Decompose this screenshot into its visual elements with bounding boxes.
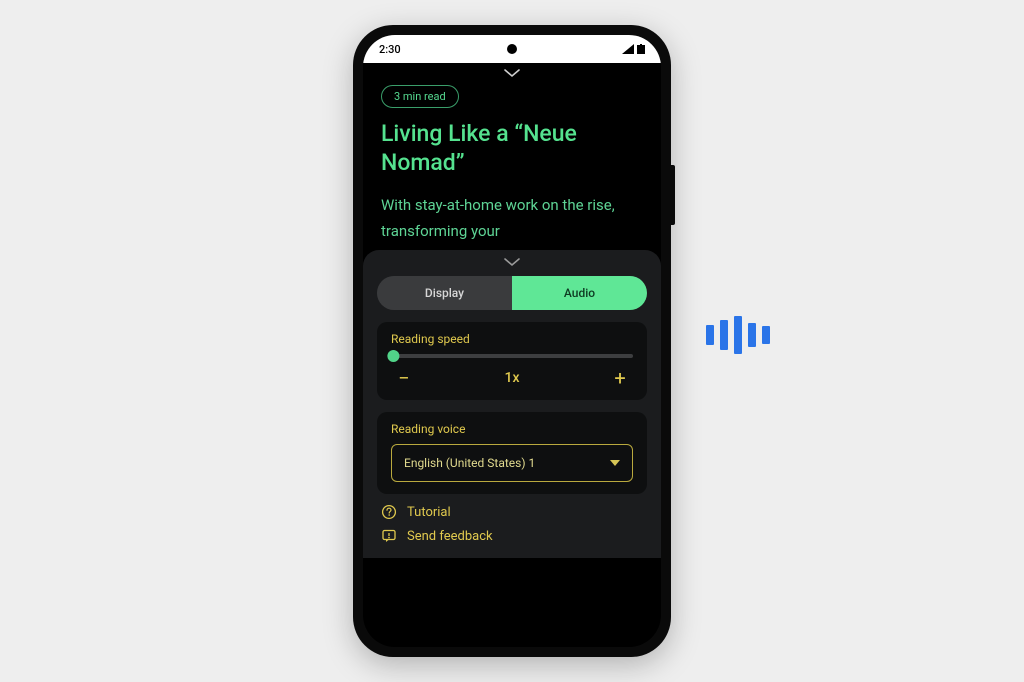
- status-bar: 2:30: [363, 35, 661, 63]
- reading-speed-slider[interactable]: [391, 354, 633, 358]
- caret-down-icon: [610, 460, 620, 466]
- mode-segmented-control: Display Audio: [377, 276, 647, 310]
- speed-increase-button[interactable]: +: [607, 368, 633, 388]
- speed-value: 1x: [505, 370, 520, 386]
- feedback-label: Send feedback: [407, 529, 493, 544]
- speed-decrease-button[interactable]: −: [391, 368, 417, 388]
- soundwave-icon: [706, 316, 770, 354]
- battery-icon: [637, 44, 645, 54]
- phone-frame: 2:30 3 min read Living Like a “Neue Noma…: [353, 25, 671, 657]
- tutorial-link[interactable]: Tutorial: [377, 494, 647, 522]
- article-title: Living Like a “Neue Nomad”: [381, 120, 643, 178]
- chevron-down-icon: [503, 67, 521, 79]
- phone-screen: 2:30 3 min read Living Like a “Neue Noma…: [363, 35, 661, 647]
- collapse-panel-button[interactable]: [377, 256, 647, 276]
- reading-speed-card: Reading speed − 1x +: [377, 322, 647, 400]
- slider-thumb[interactable]: [387, 350, 399, 362]
- tutorial-label: Tutorial: [407, 505, 451, 520]
- reading-voice-card: Reading voice English (United States) 1: [377, 412, 647, 494]
- segment-display[interactable]: Display: [377, 276, 512, 310]
- chevron-down-icon: [503, 256, 521, 268]
- segment-audio-label: Audio: [564, 286, 595, 300]
- article-preview: 3 min read Living Like a “Neue Nomad” Wi…: [363, 85, 661, 250]
- signal-icon: [622, 44, 634, 54]
- read-time-badge: 3 min read: [381, 85, 459, 108]
- feedback-icon: [381, 528, 397, 544]
- segment-display-label: Display: [425, 286, 464, 300]
- reading-voice-select[interactable]: English (United States) 1: [391, 444, 633, 482]
- reading-voice-value: English (United States) 1: [404, 456, 535, 470]
- help-icon: [381, 504, 397, 520]
- article-body: With stay-at-home work on the rise, tran…: [381, 192, 643, 245]
- collapse-article-button[interactable]: [363, 63, 661, 85]
- reading-voice-label: Reading voice: [391, 422, 633, 436]
- camera-hole: [507, 44, 517, 54]
- segment-audio[interactable]: Audio: [512, 276, 647, 310]
- status-icons: [622, 44, 645, 54]
- reading-speed-label: Reading speed: [391, 332, 633, 346]
- settings-panel: Display Audio Reading speed −: [363, 250, 661, 558]
- send-feedback-link[interactable]: Send feedback: [377, 522, 647, 544]
- status-time: 2:30: [379, 43, 401, 56]
